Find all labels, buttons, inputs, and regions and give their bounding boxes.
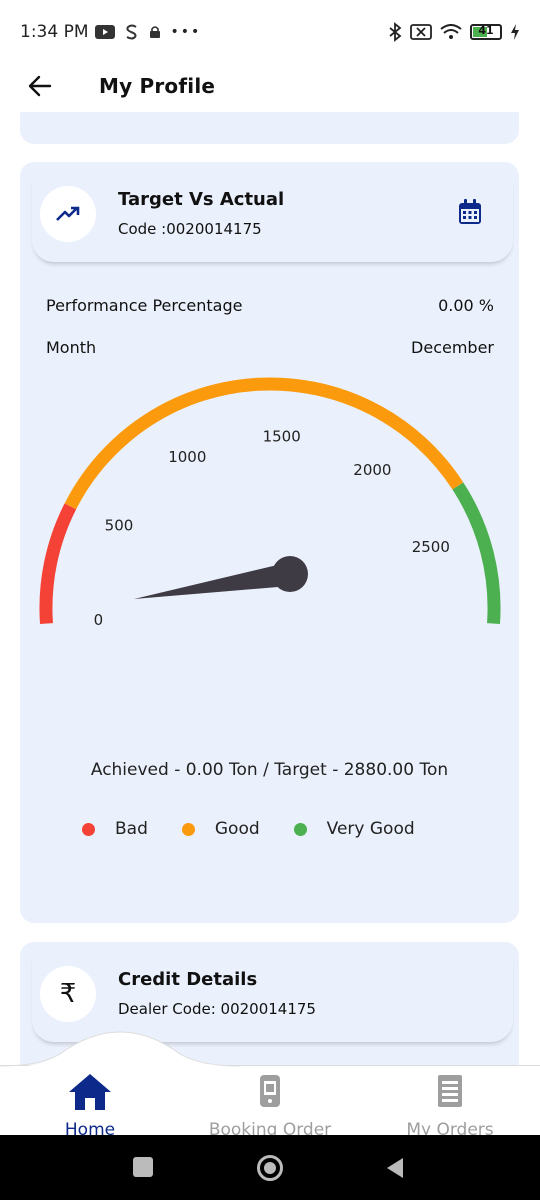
nav-item-booking-order[interactable]: Booking Order [180,1072,360,1140]
legend-item-very-good: Very Good [293,819,415,839]
target-card-header: Target Vs Actual Code :0020014175 [32,176,513,262]
calendar-button[interactable] [457,198,483,226]
performance-row: Performance Percentage 0.00 % [46,296,494,315]
status-time: 1:34 PM [20,22,89,42]
credit-card-title: Credit Details [118,969,258,990]
battery-level: 41 [478,24,494,37]
calendar-icon [459,199,481,224]
gauge-arc-bad [39,503,77,625]
more-notifications-icon: ••• [170,24,202,40]
wifi-icon [440,24,462,39]
nav-item-my-orders[interactable]: My Orders [360,1072,540,1140]
youtube-icon [94,25,115,39]
legend-dot-very-good [293,822,307,836]
target-vs-actual-card: Target Vs Actual Code :0020014175 Perfor… [20,162,519,923]
gauge-tick-label: 1000 [168,448,206,466]
legend-dot-bad [82,822,95,836]
gauge-tick-label: 0 [94,611,104,629]
credit-dealer-code: Dealer Code: 0020014175 [118,1000,316,1018]
arrow-back-icon [28,75,52,97]
recents-button[interactable] [133,1157,153,1177]
legend-item-good: Good [181,819,260,839]
gauge-tick-label: 2000 [353,461,391,479]
booking-order-icon [260,1075,280,1107]
legend-label-good: Good [214,819,260,839]
gauge-tick-label: 2500 [412,538,450,556]
status-bar: 1:34 PM ••• 41 [0,0,540,64]
bluetooth-icon [389,22,402,42]
previous-card [20,112,519,144]
month-label: Month [46,338,97,357]
rupee-symbol: ₹ [59,979,77,1009]
performance-label: Performance Percentage [46,296,243,315]
nav-item-home[interactable]: Home [0,1072,180,1140]
rupee-icon: ₹ [40,966,96,1022]
app-bar: My Profile [0,64,540,108]
legend-label-bad: Bad [115,819,148,839]
system-nav-bar [0,1135,540,1200]
gauge-arc-very-good [452,482,501,625]
home-icon [69,1074,111,1110]
charging-icon [511,24,519,40]
gauge-needle [134,562,290,599]
achieved-summary: Achieved - 0.00 Ton / Target - 2880.00 T… [90,760,449,780]
target-card-title: Target Vs Actual [118,189,285,210]
my-orders-icon [438,1075,462,1107]
legend-dot-good [181,822,195,836]
app-s-icon [125,24,137,40]
back-button[interactable] [20,66,60,106]
lock-icon [149,26,160,38]
home-system-button[interactable] [257,1155,283,1181]
gauge-legend: Bad Good Very Good [82,819,449,839]
performance-value: 0.00 % [438,296,494,315]
month-value: December [411,338,494,357]
back-system-button[interactable] [385,1157,405,1179]
bottom-nav-bump [0,1031,540,1068]
gauge-tick-label: 1500 [263,427,301,445]
gauge-needle-hub [272,556,308,592]
legend-item-bad: Bad [82,819,148,839]
target-card-code: Code :0020014175 [118,220,262,238]
performance-gauge: 0 500 1000 1500 2000 2500 [39,377,501,629]
page-title: My Profile [99,74,216,98]
month-row: Month December [46,338,494,357]
gauge-tick-label: 500 [105,517,134,535]
trending-up-icon [40,186,96,242]
sim-off-icon [410,24,432,40]
legend-label-very-good: Very Good [326,819,415,839]
battery-icon: 41 [470,24,502,40]
